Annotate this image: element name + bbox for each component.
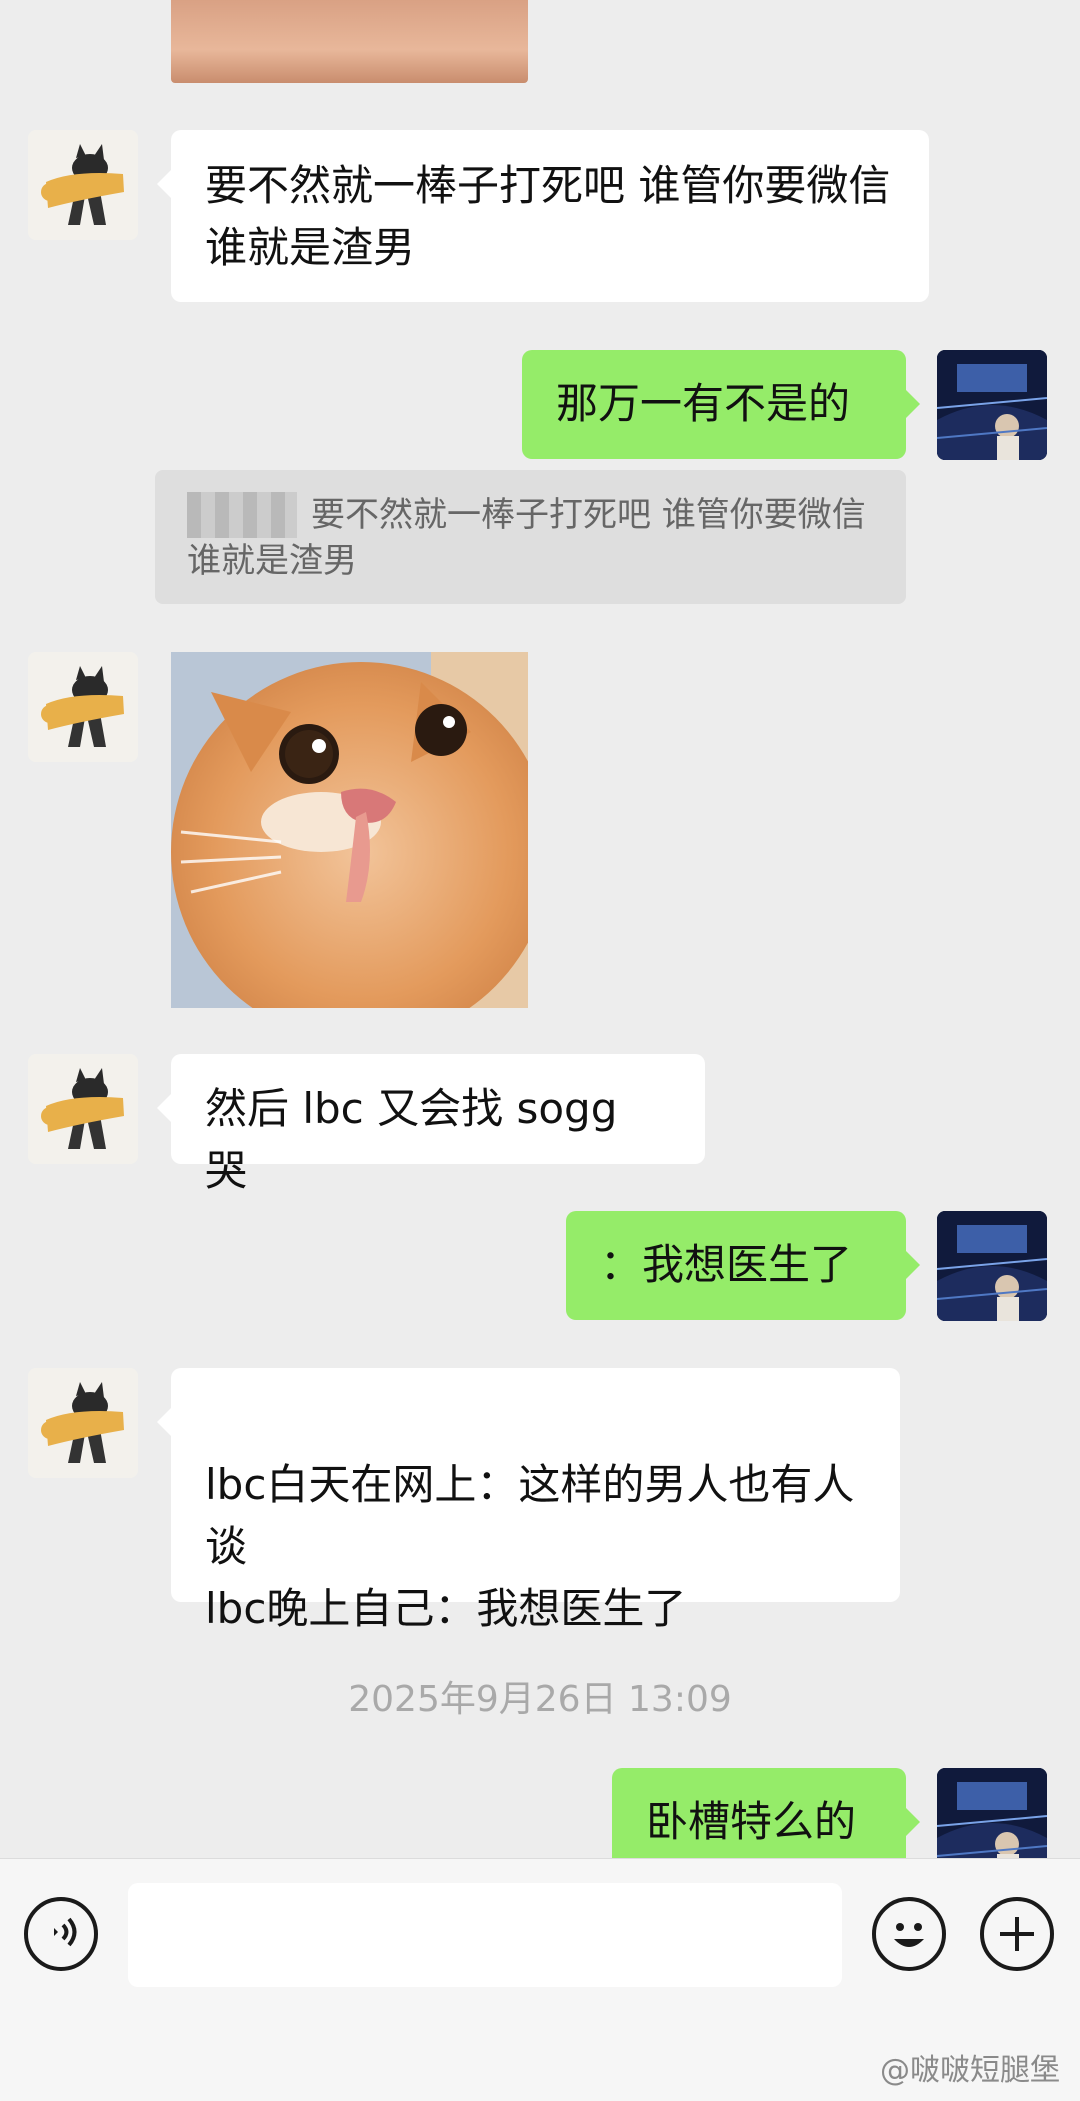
user-avatar-icon [937,350,1047,460]
message-text: 然后 lbc 又会找 sogg 哭 [205,1084,618,1195]
avatar[interactable] [937,350,1047,460]
emoji-icon [894,1923,924,1947]
message-text: 要不然就一棒子打死吧 谁管你要微信谁就是渣男 [205,161,891,272]
emoji-button[interactable] [872,1897,946,1971]
voice-icon [54,1917,77,1947]
cat-avatar-icon [28,130,138,240]
message-bubble[interactable]: 卧槽特么的 [612,1768,920,1858]
user-avatar-icon [937,1768,1047,1858]
message-text: ：我想医生了 [600,1240,853,1289]
timestamp: 2025年9月26日 13:09 [348,1679,732,1720]
message-input[interactable] [128,1883,842,1987]
cat-avatar-icon [28,1054,138,1164]
message-bubble[interactable]: 要不然就一棒子打死吧 谁管你要微信谁就是渣男 [157,130,929,302]
sticker-message[interactable] [171,652,528,1008]
avatar[interactable] [28,652,138,762]
user-avatar-icon [937,1211,1047,1321]
cat-avatar-icon [28,1368,138,1478]
avatar[interactable] [28,1368,138,1478]
avatar[interactable] [28,130,138,240]
chat-area[interactable]: 要不然就一棒子打死吧 谁管你要微信谁就是渣男 那万一有不是的 要不然就一棒子打死… [0,0,1080,1858]
avatar[interactable] [28,1054,138,1164]
avatar[interactable] [937,1768,1047,1858]
message-bubble[interactable]: 然后 lbc 又会找 sogg 哭 [157,1054,705,1195]
message-text: 卧槽特么的 [646,1797,857,1846]
watermark: @啵啵短腿堡 [880,2053,1060,2088]
cat-avatar-icon [28,652,138,762]
message-text: lbc白天在网上：这样的男人也有人谈 lbc晚上自己：我想医生了 [205,1460,855,1633]
surprised-cat-sticker-icon [171,652,528,1008]
plus-icon [1000,1917,1034,1951]
avatar[interactable] [937,1211,1047,1321]
input-bar: @啵啵短腿堡 [0,1858,1080,2101]
quoted-sender-blurred [187,492,297,538]
voice-button[interactable] [24,1897,98,1971]
message-bubble[interactable]: ：我想医生了 [566,1211,920,1320]
message-text: 那万一有不是的 [556,379,851,428]
partial-image-message[interactable] [171,0,528,83]
message-bubble[interactable]: 那万一有不是的 [522,350,920,459]
quoted-message[interactable]: 要不然就一棒子打死吧 谁管你要微信谁就是渣男 [155,470,906,604]
plus-button[interactable] [980,1897,1054,1971]
message-bubble[interactable]: lbc白天在网上：这样的男人也有人谈 lbc晚上自己：我想医生了 [157,1368,900,1633]
